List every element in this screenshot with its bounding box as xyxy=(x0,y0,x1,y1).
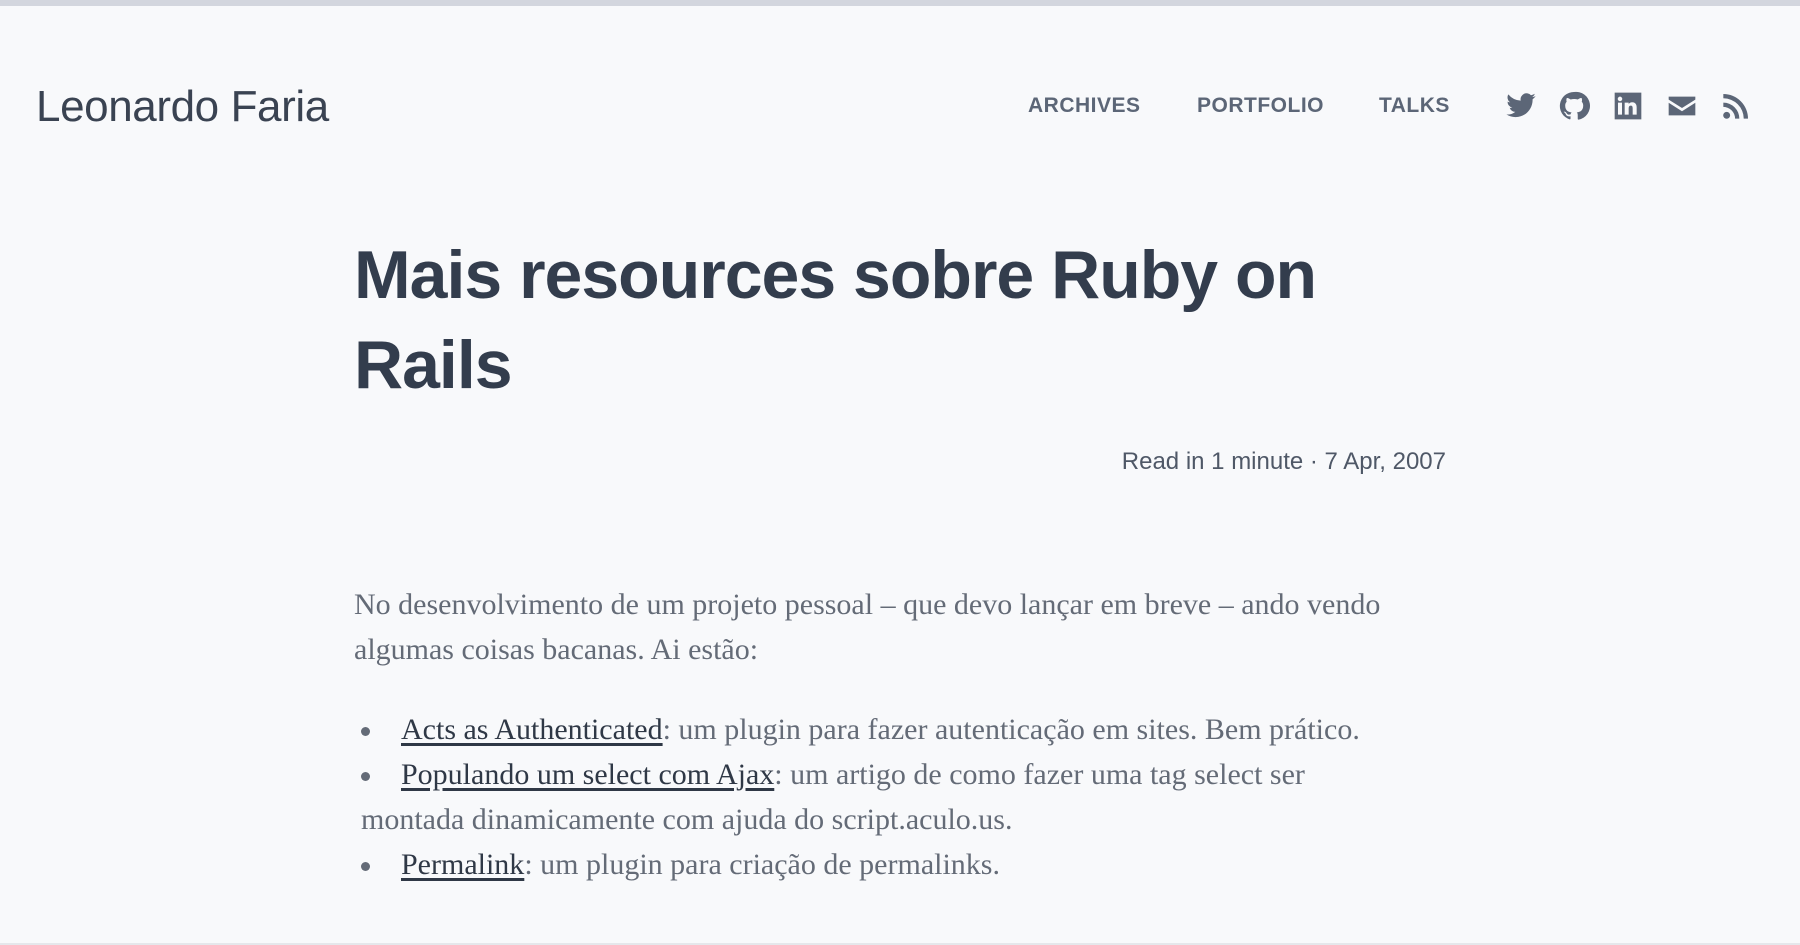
twitter-icon[interactable] xyxy=(1505,90,1539,124)
populando-select-ajax-link[interactable]: Populando um select com Ajax xyxy=(401,758,774,791)
list-item: Populando um select com Ajax: um artigo … xyxy=(354,752,1414,842)
bullet xyxy=(361,862,370,871)
top-border xyxy=(0,0,1800,6)
list-item: Acts as Authenticated: um plugin para fa… xyxy=(354,707,1414,752)
post-intro: No desenvolvimento de um projeto pessoal… xyxy=(354,588,1381,666)
site-header: Leonardo Faria ARCHIVES PORTFOLIO TALKS xyxy=(0,60,1800,156)
list-item-text: : um plugin para fazer autenticação em s… xyxy=(662,713,1360,746)
acts-as-authenticated-link[interactable]: Acts as Authenticated xyxy=(401,713,663,746)
linkedin-icon[interactable] xyxy=(1612,90,1646,124)
bullet xyxy=(361,772,370,781)
list-item-text: : um plugin para criação de permalinks. xyxy=(524,848,1000,881)
bullet xyxy=(361,727,370,736)
list-item: Permalink: um plugin para criação de per… xyxy=(354,842,1414,887)
permalink-link[interactable]: Permalink xyxy=(401,848,524,881)
github-icon[interactable] xyxy=(1558,90,1592,124)
post-article: Mais resources sobre Ruby on Rails Read … xyxy=(354,230,1446,881)
post-title: Mais resources sobre Ruby on Rails xyxy=(354,237,1317,403)
mail-icon[interactable] xyxy=(1666,90,1700,124)
resource-list: Acts as Authenticated: um plugin para fa… xyxy=(354,707,1414,887)
social-links xyxy=(0,90,1800,130)
rss-icon[interactable] xyxy=(1720,90,1754,124)
post-meta: Read in 1 minute · 7 Apr, 2007 xyxy=(1121,448,1446,475)
post-content: No desenvolvimento de um projeto pessoal… xyxy=(354,582,1414,887)
page: Leonardo Faria ARCHIVES PORTFOLIO TALKS xyxy=(0,0,1800,945)
